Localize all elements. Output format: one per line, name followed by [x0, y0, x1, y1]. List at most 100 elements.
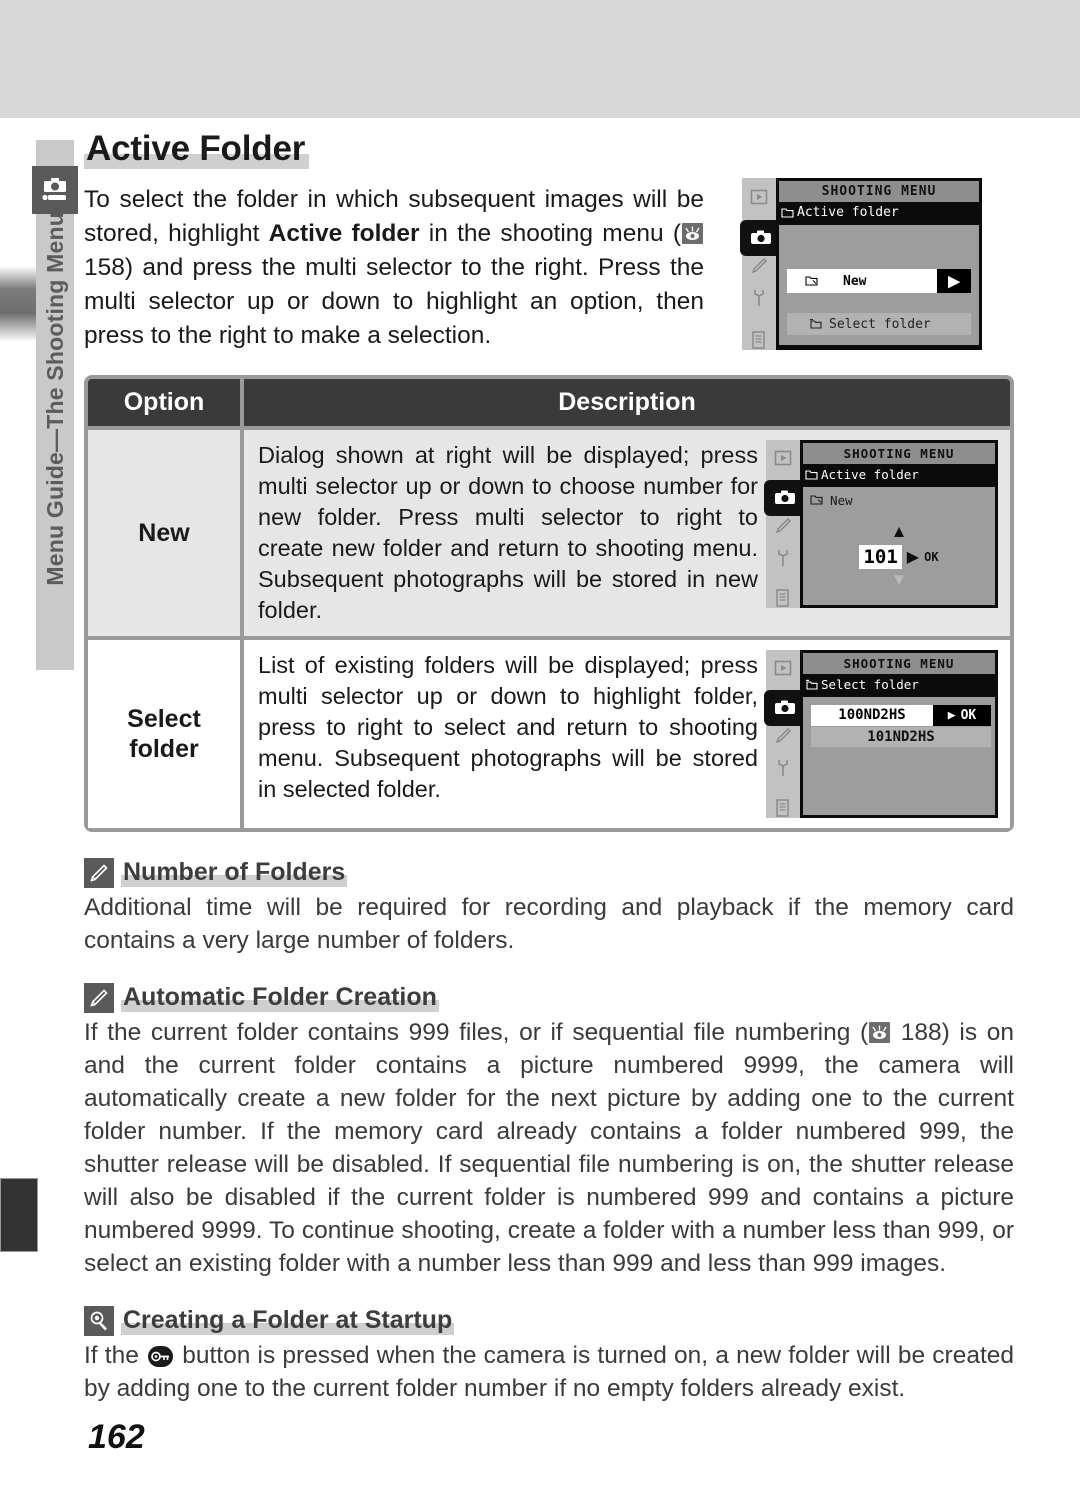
tip-magnifier-icon [84, 1305, 114, 1336]
folder-icon [781, 208, 794, 218]
table-row-option-new: New [88, 425, 244, 636]
lcd-right-arrow[interactable]: ▶ [948, 708, 956, 723]
lcd-content-area: New ▲ 101 ▶ OK ▼ [803, 486, 995, 605]
lcd-title: SHOOTING MENU [803, 652, 995, 674]
note-body-part1: If the current folder contains 999 files… [84, 1018, 869, 1046]
page-edge-tab-light [0, 266, 38, 342]
lcd-up-arrow[interactable]: ▲ [803, 523, 995, 540]
folders-icon [806, 679, 818, 690]
wrench-icon [772, 548, 794, 568]
scan-top-band [0, 0, 1080, 118]
note-body: If the button is pressed when the camera… [84, 1339, 1014, 1405]
lcd-subtitle-text: Active folder [821, 466, 919, 482]
note-body: Additional time will be required for rec… [84, 893, 1014, 954]
lcd-folder-number[interactable]: 101 [859, 544, 902, 569]
lcd-row-new-label: New [843, 273, 867, 289]
sidebar-vertical-label: Menu Guide—The Shooting Menu [36, 212, 74, 682]
pencil-icon [772, 516, 794, 536]
lcd-body: SHOOTING MENU Active folder New ▲ 101 ▶ … [800, 439, 998, 608]
camera-icon [32, 166, 78, 214]
lcd-subtitle-text: Active folder [797, 205, 899, 220]
table-header-option: Option [88, 378, 244, 426]
wrench-icon [748, 288, 770, 308]
new-folder-icon [810, 495, 823, 505]
intro-part3: 158) and press the multi selector to the… [84, 253, 704, 349]
note-body-part2: 188) is on and the current folder contai… [84, 1018, 1015, 1277]
intro-part2: in the shooting menu ( [419, 219, 681, 247]
lcd-screenshot-select-folder: SHOOTING MENU Select folder 100ND2HS ▶ O… [764, 649, 998, 818]
lcd-ok-label: OK [960, 707, 977, 723]
options-table: Option Description New Dialog shown at r… [84, 374, 1014, 832]
lcd-folder-item-second[interactable]: 101ND2HS [811, 726, 991, 747]
lcd-right-arrow[interactable]: ▶ [907, 547, 919, 567]
pages-icon [748, 330, 770, 350]
lcd-subtitle: Select folder [803, 673, 995, 695]
pencil-note-icon [84, 857, 114, 888]
table-row-description-new: Dialog shown at right will be displayed;… [244, 425, 1010, 636]
lcd-title: SHOOTING MENU [779, 181, 979, 202]
lcd-content-area: 100ND2HS ▶ OK 101ND2HS [803, 696, 995, 815]
table-row-option-select-folder: Select folder [88, 635, 244, 828]
lcd-row-select-folder[interactable]: Select folder [787, 313, 971, 335]
pencil-note-icon [84, 982, 114, 1013]
note-automatic-folder-creation: Automatic Folder Creation If the current… [84, 982, 1014, 1280]
note-title: Number of Folders [121, 858, 348, 887]
sidebar-vertical-text: Menu Guide—The Shooting Menu [42, 212, 68, 586]
lcd-row-new-arrow[interactable]: ▶ [937, 269, 971, 293]
lcd-row-new[interactable]: New ▶ [787, 269, 971, 293]
intro-bold-term: Active folder [268, 219, 420, 247]
pages-icon [772, 588, 794, 608]
playback-icon [772, 449, 794, 468]
lcd-value-row: 101 ▶ OK [803, 544, 995, 569]
wrench-icon [772, 758, 794, 778]
folders-icon [810, 319, 822, 329]
table-row: New Dialog shown at right will be displa… [88, 425, 1010, 636]
note-title: Automatic Folder Creation [121, 983, 439, 1012]
playback-icon [748, 187, 770, 207]
lcd-row-select-folder-label: Select folder [829, 316, 931, 332]
lcd-subtitle-text: Select folder [821, 676, 919, 692]
note-body-part1: If the [84, 1341, 147, 1369]
note-number-of-folders: Number of Folders Additional time will b… [84, 857, 1014, 957]
page-title: Active Folder [84, 129, 310, 169]
playback-icon [772, 659, 794, 678]
lcd-title: SHOOTING MENU [803, 442, 995, 464]
key-button-icon [148, 1345, 174, 1367]
note-body: If the current folder contains 999 files… [84, 1016, 1014, 1280]
eye-reference-icon [682, 222, 703, 244]
new-folder-icon [805, 276, 818, 286]
lcd-screenshot-new: SHOOTING MENU Active folder New ▲ 101 ▶ … [764, 439, 998, 608]
intro-paragraph: To select the folder in which subsequent… [84, 183, 704, 353]
lcd-subtitle: Active folder [803, 463, 995, 485]
lcd-item-new-label: New [830, 492, 853, 508]
page-edge-tab-dark [0, 1178, 38, 1252]
pencil-icon [772, 726, 794, 746]
folder-icon [805, 469, 818, 480]
pages-icon [772, 798, 794, 818]
lcd-side-tabs [766, 649, 800, 818]
note-title: Creating a Folder at Startup [121, 1306, 455, 1335]
note-creating-folder-at-startup: Creating a Folder at Startup If the butt… [84, 1305, 1014, 1405]
pencil-icon [748, 256, 770, 276]
table-row-description-select-folder: List of existing folders will be display… [244, 635, 1010, 828]
table-row: Select folder List of existing folders w… [88, 635, 1010, 828]
lcd-item-new: New [810, 493, 853, 508]
page-number: 162 [88, 1418, 145, 1456]
lcd-folder-item-selected[interactable]: 100ND2HS ▶ OK [811, 704, 991, 726]
desc-text-select-folder: List of existing folders will be display… [258, 651, 758, 802]
lcd-subtitle: Active folder [779, 202, 979, 223]
table-header-row: Option Description [88, 378, 1010, 426]
lcd-side-tabs [766, 439, 800, 608]
eye-reference-icon [869, 1021, 891, 1043]
lcd-side-tabs [742, 178, 776, 350]
lcd-screenshot-top: SHOOTING MENU Active folder New ▶ Select… [740, 178, 982, 350]
table-header-description: Description [244, 378, 1010, 426]
note-body-part2: button is pressed when the camera is tur… [84, 1341, 1014, 1402]
lcd-folder-name: 100ND2HS [811, 704, 933, 726]
desc-text-new: Dialog shown at right will be displayed;… [258, 441, 758, 623]
lcd-body: SHOOTING MENU Active folder New ▶ Select… [776, 178, 982, 350]
page-content: Active Folder To select the folder in wh… [84, 129, 1014, 1405]
lcd-content-area: New ▶ Select folder [779, 225, 979, 345]
lcd-body: SHOOTING MENU Select folder 100ND2HS ▶ O… [800, 649, 998, 818]
lcd-down-arrow[interactable]: ▼ [803, 571, 995, 588]
